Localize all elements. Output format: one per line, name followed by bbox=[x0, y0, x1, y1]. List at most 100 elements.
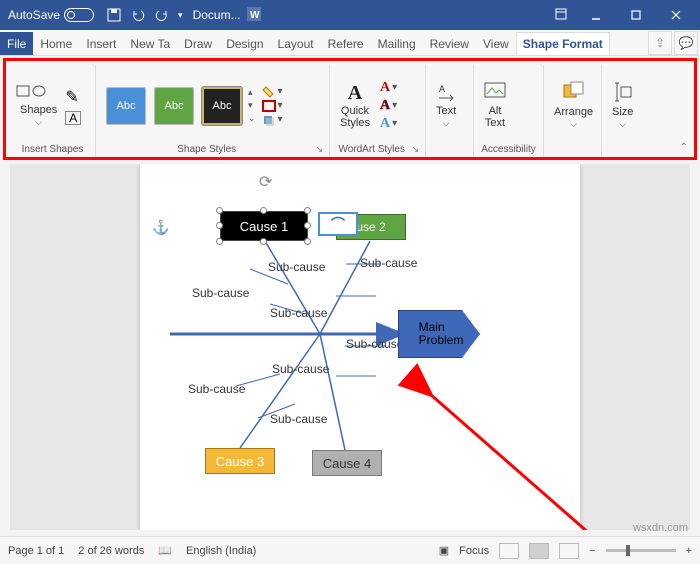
title-bar: AutoSave ▾ Docum... W bbox=[0, 0, 700, 30]
ribbon-display-icon[interactable] bbox=[554, 7, 568, 24]
qat-dropdown-icon[interactable]: ▾ bbox=[178, 10, 183, 21]
alt-text-button[interactable]: Alt Text bbox=[480, 82, 510, 129]
page-count[interactable]: Page 1 of 1 bbox=[8, 545, 64, 557]
annotation-arrow bbox=[410, 374, 610, 530]
tab-file[interactable]: File bbox=[0, 32, 33, 55]
arrange-icon bbox=[562, 81, 586, 106]
zoom-out-button[interactable]: − bbox=[589, 545, 595, 557]
size-icon bbox=[613, 81, 633, 106]
print-layout-button[interactable] bbox=[529, 543, 549, 559]
subcause-label: Sub-cause bbox=[192, 286, 249, 300]
gallery-more-icon[interactable]: ⌄ bbox=[248, 113, 256, 124]
cause-3-shape[interactable]: Cause 3 bbox=[205, 448, 275, 474]
svg-text:W: W bbox=[250, 10, 260, 21]
tab-new[interactable]: New Ta bbox=[123, 32, 177, 55]
language-status[interactable]: English (India) bbox=[186, 545, 256, 557]
window-controls bbox=[576, 0, 696, 30]
subcause-label: Sub-cause bbox=[272, 362, 329, 376]
word-count[interactable]: 2 of 26 words bbox=[78, 545, 144, 557]
shape-circle-icon[interactable] bbox=[32, 84, 46, 102]
rotate-handle-icon[interactable]: ⟳ bbox=[259, 172, 272, 192]
text-effects-button[interactable]: A▾ bbox=[380, 116, 397, 132]
shape-rect-icon[interactable] bbox=[16, 84, 30, 102]
arrange-label: Arrange bbox=[554, 106, 593, 118]
text-label: Text bbox=[436, 105, 456, 117]
wordart-preview-icon: A bbox=[348, 82, 362, 105]
shape-style-blue[interactable]: Abc bbox=[106, 87, 146, 125]
subcause-label: Sub-cause bbox=[270, 412, 327, 426]
tab-design[interactable]: Design bbox=[219, 32, 270, 55]
spellcheck-icon[interactable]: 📖 bbox=[158, 544, 172, 557]
accessibility-group-label: Accessibility bbox=[480, 144, 537, 157]
shape-effects-button[interactable]: ▾ bbox=[262, 114, 283, 126]
comments-button[interactable]: 💬 bbox=[674, 31, 698, 55]
tab-references[interactable]: Refere bbox=[321, 32, 371, 55]
shape-outline-button[interactable]: ▾ bbox=[262, 100, 283, 112]
shapes-gallery-button[interactable]: Shapes bbox=[16, 104, 61, 128]
gallery-down-icon[interactable]: ▾ bbox=[248, 100, 256, 111]
zoom-slider[interactable] bbox=[606, 549, 676, 552]
tab-home[interactable]: Home bbox=[33, 32, 79, 55]
subcause-label: Sub-cause bbox=[268, 260, 325, 274]
gallery-up-icon[interactable]: ▴ bbox=[248, 87, 256, 98]
tab-mailings[interactable]: Mailing bbox=[371, 32, 423, 55]
tab-layout[interactable]: Layout bbox=[271, 32, 321, 55]
watermark: wsxdn.com bbox=[633, 522, 688, 534]
textbox-icon[interactable]: A bbox=[65, 111, 81, 125]
word-icon: W bbox=[247, 7, 261, 24]
autosave-label: AutoSave bbox=[8, 8, 60, 22]
autosave-toggle[interactable] bbox=[64, 8, 94, 22]
arrange-button[interactable]: Arrange bbox=[550, 81, 597, 130]
wordart-launcher-icon[interactable]: ↘ bbox=[411, 144, 419, 155]
insert-shapes-group-label: Insert Shapes bbox=[16, 144, 89, 157]
close-button[interactable] bbox=[656, 0, 696, 30]
quick-styles-button[interactable]: A Quick Styles bbox=[336, 82, 374, 129]
shape-fill-button[interactable]: ▾ bbox=[262, 86, 283, 98]
text-direction-icon: A bbox=[436, 82, 456, 105]
share-button[interactable]: ⇪ bbox=[648, 31, 672, 55]
wordart-styles-group-label: WordArt Styles bbox=[338, 144, 405, 155]
zoom-in-button[interactable]: + bbox=[686, 545, 692, 557]
undo-icon[interactable] bbox=[130, 7, 146, 23]
quick-access-toolbar: ▾ bbox=[106, 7, 183, 23]
alt-text-icon bbox=[484, 82, 506, 105]
focus-icon[interactable]: ▣ bbox=[439, 544, 449, 557]
text-fill-button[interactable]: A▾ bbox=[380, 80, 397, 96]
subcause-label: Sub-cause bbox=[346, 337, 403, 351]
save-icon[interactable] bbox=[106, 7, 122, 23]
tab-shape-format[interactable]: Shape Format bbox=[516, 32, 610, 55]
edit-shape-icon[interactable]: ✎ bbox=[65, 87, 81, 107]
maximize-button[interactable] bbox=[616, 0, 656, 30]
text-direction-button[interactable]: A Text bbox=[432, 82, 460, 129]
shape-styles-group-label: Shape Styles bbox=[177, 144, 236, 155]
document-title: Docum... bbox=[193, 8, 241, 22]
status-bar: Page 1 of 1 2 of 26 words 📖 English (Ind… bbox=[0, 536, 700, 564]
ribbon-tabs: File Home Insert New Ta Draw Design Layo… bbox=[0, 30, 700, 56]
quick-styles-label: Quick Styles bbox=[340, 105, 370, 129]
subcause-label: Sub-cause bbox=[188, 382, 245, 396]
tab-draw[interactable]: Draw bbox=[177, 32, 219, 55]
focus-label[interactable]: Focus bbox=[459, 545, 489, 557]
tab-view[interactable]: View bbox=[476, 32, 516, 55]
shape-style-black-selected[interactable]: Abc bbox=[202, 87, 242, 125]
svg-text:A: A bbox=[439, 84, 445, 94]
cause-1-shape[interactable]: Cause 1 bbox=[220, 211, 308, 241]
size-label: Size bbox=[612, 106, 633, 118]
alt-text-label: Alt Text bbox=[485, 105, 505, 129]
tab-review[interactable]: Review bbox=[423, 32, 476, 55]
shapes-label: Shapes bbox=[20, 104, 57, 116]
redo-icon[interactable] bbox=[154, 7, 170, 23]
cause-4-shape[interactable]: Cause 4 bbox=[312, 450, 382, 476]
main-problem-label: Main Problem bbox=[419, 321, 464, 347]
text-outline-button[interactable]: A▾ bbox=[380, 98, 397, 114]
web-layout-button[interactable] bbox=[559, 543, 579, 559]
tab-insert[interactable]: Insert bbox=[79, 32, 123, 55]
read-mode-button[interactable] bbox=[499, 543, 519, 559]
shape-style-green[interactable]: Abc bbox=[154, 87, 194, 125]
collapse-ribbon-icon[interactable]: ⌃ bbox=[680, 142, 688, 153]
shape-styles-launcher-icon[interactable]: ↘ bbox=[315, 144, 323, 155]
size-button[interactable]: Size bbox=[608, 81, 637, 130]
cause-2-overlay[interactable]: ⌒ bbox=[318, 212, 358, 236]
autosave[interactable]: AutoSave bbox=[8, 8, 94, 22]
minimize-button[interactable] bbox=[576, 0, 616, 30]
